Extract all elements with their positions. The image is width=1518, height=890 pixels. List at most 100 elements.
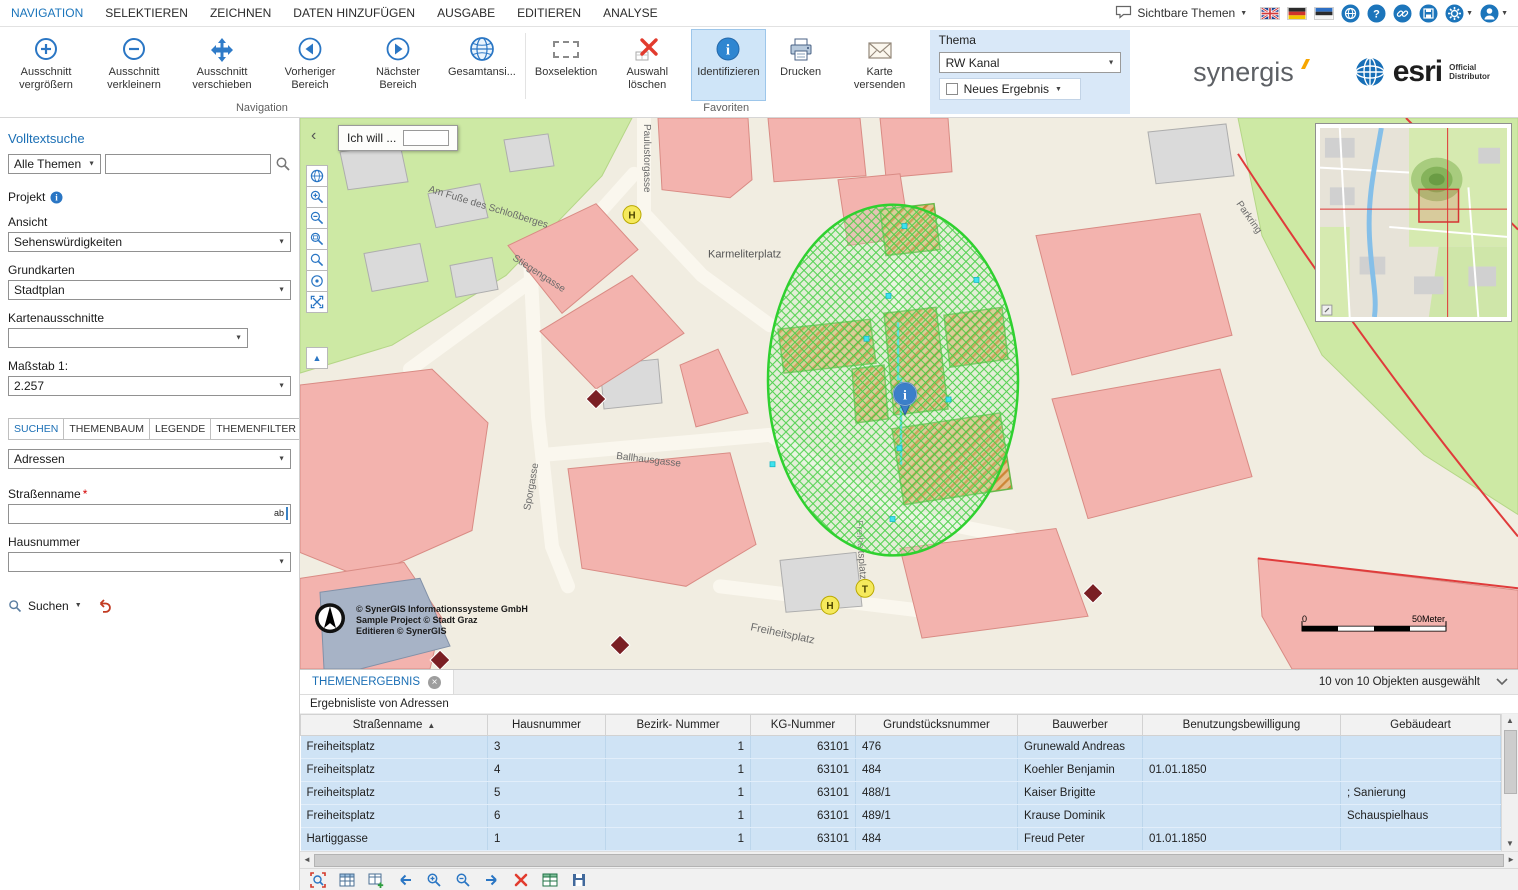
- link-icon[interactable]: [1393, 4, 1412, 23]
- table-cell[interactable]: 63101: [751, 782, 856, 805]
- table-cell[interactable]: 1: [606, 828, 751, 851]
- column-header[interactable]: Bezirk- Nummer: [606, 715, 751, 736]
- tab-themenergebnis[interactable]: THEMENERGEBNIS ×: [300, 670, 454, 694]
- table-row[interactable]: Freiheitsplatz4163101484Koehler Benjamin…: [301, 759, 1501, 782]
- map-container[interactable]: Karmeliterplatz Paulustorgasse Am Fuße d…: [300, 118, 1518, 669]
- table-cell[interactable]: Hartiggasse: [301, 828, 488, 851]
- horizontal-scrollbar[interactable]: ◄ ►: [300, 851, 1518, 868]
- search-layer-select[interactable]: Adressen ▼: [8, 449, 291, 469]
- column-header[interactable]: Straßenname▲: [301, 715, 488, 736]
- scrollbar-thumb[interactable]: [314, 854, 1504, 867]
- table-cell[interactable]: 63101: [751, 805, 856, 828]
- info-icon[interactable]: i: [50, 191, 63, 204]
- save-result-icon[interactable]: [570, 871, 588, 889]
- fulltext-search-input[interactable]: [105, 154, 271, 174]
- overview-collapse-icon[interactable]: [1322, 305, 1332, 315]
- column-header[interactable]: Grundstücksnummer: [856, 715, 1018, 736]
- table-cell[interactable]: 6: [488, 805, 606, 828]
- ich-will-box[interactable]: Ich will ...: [338, 125, 458, 151]
- table-cell[interactable]: 1: [606, 805, 751, 828]
- table-cell[interactable]: [1341, 759, 1501, 782]
- table-cell[interactable]: 488/1: [856, 782, 1018, 805]
- vertical-scrollbar[interactable]: ▲ ▼: [1501, 714, 1518, 851]
- previous-result-icon[interactable]: [396, 871, 414, 889]
- table-cell[interactable]: Freiheitsplatz: [301, 759, 488, 782]
- table-row[interactable]: Hartiggasse1163101484Freud Peter01.01.18…: [301, 828, 1501, 851]
- chevron-down-icon[interactable]: [1496, 678, 1508, 686]
- send-map-button[interactable]: Karte versenden: [836, 29, 924, 101]
- ansicht-select[interactable]: Sehenswürdigkeiten ▼: [8, 232, 291, 252]
- remove-result-icon[interactable]: [512, 871, 530, 889]
- previous-extent-button[interactable]: Vorheriger Bereich: [266, 29, 354, 101]
- table-cell[interactable]: 63101: [751, 736, 856, 759]
- tab-ausgabe[interactable]: AUSGABE: [426, 0, 506, 26]
- massstab-select[interactable]: 2.257 ▼: [8, 376, 291, 396]
- table-cell[interactable]: 484: [856, 759, 1018, 782]
- next-extent-button[interactable]: Nächster Bereich: [354, 29, 442, 101]
- zoom-in-button[interactable]: [306, 186, 328, 208]
- zoom-out-button[interactable]: [306, 207, 328, 229]
- box-selection-button[interactable]: Boxselektion: [529, 29, 603, 101]
- globe-icon[interactable]: [1341, 4, 1360, 23]
- grundkarten-select[interactable]: Stadtplan ▼: [8, 280, 291, 300]
- user-dropdown[interactable]: ▼: [1480, 4, 1508, 23]
- zoom-out-button[interactable]: Ausschnitt verkleinern: [90, 29, 178, 101]
- tab-daten-hinzufuegen[interactable]: DATEN HINZUFÜGEN: [282, 0, 426, 26]
- table-cell[interactable]: 01.01.1850: [1143, 759, 1341, 782]
- tab-analyse[interactable]: ANALYSE: [592, 0, 668, 26]
- settings-dropdown[interactable]: ▼: [1445, 4, 1473, 23]
- zoom-window-button[interactable]: [306, 228, 328, 250]
- table-add-icon[interactable]: [367, 871, 385, 889]
- table-cell[interactable]: 476: [856, 736, 1018, 759]
- identify-button[interactable]: i Identifizieren: [691, 29, 765, 101]
- column-header[interactable]: Gebäudeart: [1341, 715, 1501, 736]
- tab-selektieren[interactable]: SELEKTIEREN: [94, 0, 199, 26]
- table-cell[interactable]: 63101: [751, 828, 856, 851]
- table-cell[interactable]: 4: [488, 759, 606, 782]
- table-cell[interactable]: ; Sanierung: [1341, 782, 1501, 805]
- table-cell[interactable]: 3: [488, 736, 606, 759]
- pan-button[interactable]: Ausschnitt verschieben: [178, 29, 266, 101]
- tab-suchen[interactable]: SUCHEN: [8, 418, 64, 440]
- help-icon[interactable]: ?: [1367, 4, 1386, 23]
- zoom-out-small-icon[interactable]: [454, 871, 472, 889]
- search-icon[interactable]: [275, 156, 291, 172]
- table-cell[interactable]: Schauspielhaus: [1341, 805, 1501, 828]
- flag-uk-icon[interactable]: [1260, 7, 1280, 20]
- table-cell[interactable]: [1341, 736, 1501, 759]
- tab-themenbaum[interactable]: THEMENBAUM: [63, 418, 150, 440]
- suchen-button[interactable]: Suchen: [28, 599, 69, 613]
- sidebar-collapse-button[interactable]: ‹: [311, 128, 316, 144]
- tab-zeichnen[interactable]: ZEICHNEN: [199, 0, 282, 26]
- table-cell[interactable]: 1: [606, 782, 751, 805]
- zoom-to-selection-icon[interactable]: [309, 871, 327, 889]
- table-cell[interactable]: Freiheitsplatz: [301, 805, 488, 828]
- hausnummer-select[interactable]: ▼: [8, 552, 291, 572]
- table-cell[interactable]: Koehler Benjamin: [1018, 759, 1143, 782]
- table-cell[interactable]: 01.01.1850: [1143, 828, 1341, 851]
- table-row[interactable]: Freiheitsplatz3163101476Grunewald Andrea…: [301, 736, 1501, 759]
- overview-globe-button[interactable]: [306, 165, 328, 187]
- table-cell[interactable]: Freiheitsplatz: [301, 782, 488, 805]
- table-cell[interactable]: 1: [488, 828, 606, 851]
- tab-themenfilter[interactable]: THEMENFILTER: [210, 418, 300, 440]
- clear-selection-button[interactable]: Auswahl löschen: [603, 29, 691, 101]
- next-result-icon[interactable]: [483, 871, 501, 889]
- overview-extent-rect[interactable]: [1419, 189, 1459, 222]
- table-cell[interactable]: Kaiser Brigitte: [1018, 782, 1143, 805]
- column-header[interactable]: KG-Nummer: [751, 715, 856, 736]
- attribute-table-icon[interactable]: [338, 871, 356, 889]
- zoom-in-button[interactable]: Ausschnitt vergrößern: [2, 29, 90, 101]
- save-icon[interactable]: [1419, 4, 1438, 23]
- scroll-left-icon[interactable]: ◄: [303, 853, 311, 867]
- scroll-down-icon[interactable]: ▼: [1506, 837, 1514, 851]
- table-cell[interactable]: [1143, 736, 1341, 759]
- table-cell[interactable]: 1: [606, 759, 751, 782]
- excel-export-icon[interactable]: [541, 871, 559, 889]
- flag-germany-icon[interactable]: [1287, 7, 1307, 20]
- table-row[interactable]: Freiheitsplatz5163101488/1Kaiser Brigitt…: [301, 782, 1501, 805]
- scroll-up-icon[interactable]: ▲: [1506, 714, 1514, 728]
- neues-ergebnis-toggle[interactable]: Neues Ergebnis ▼: [939, 78, 1081, 100]
- table-cell[interactable]: Freud Peter: [1018, 828, 1143, 851]
- zoom-last-button[interactable]: [306, 249, 328, 271]
